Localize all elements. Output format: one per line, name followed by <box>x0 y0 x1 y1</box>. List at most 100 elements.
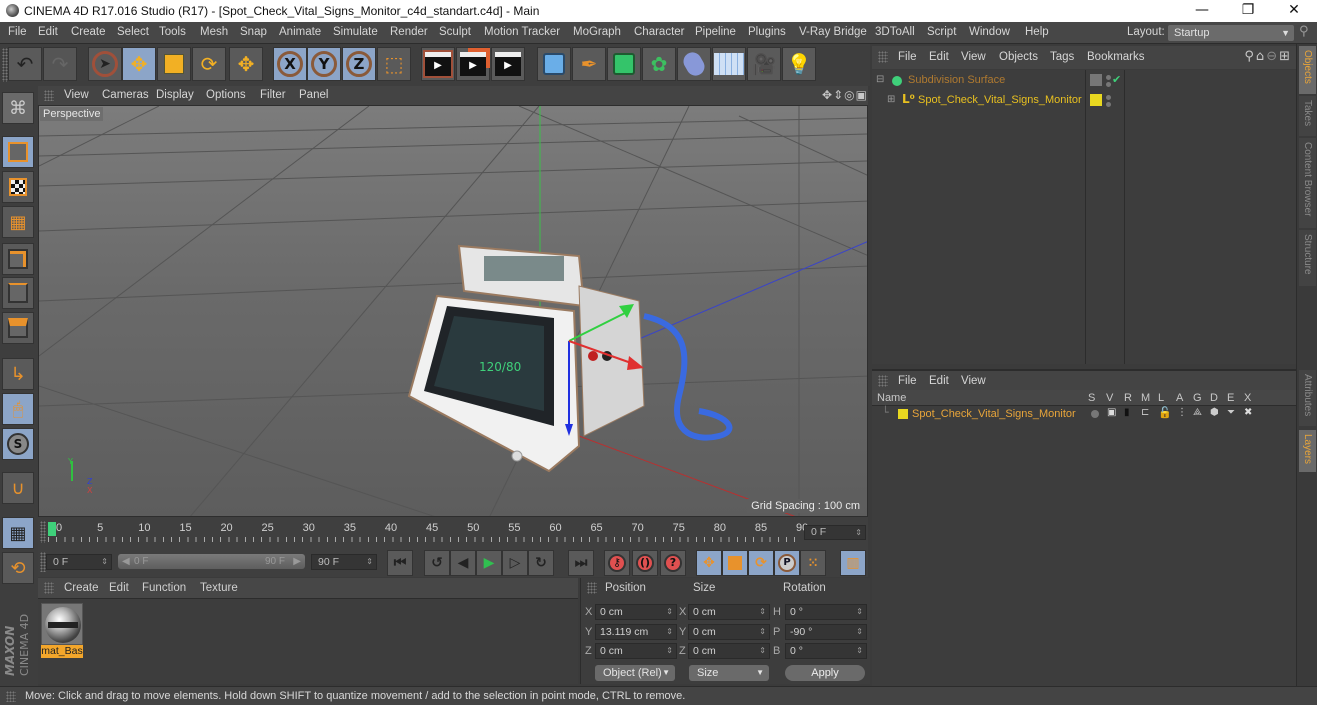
column-xref[interactable]: X <box>1244 392 1251 404</box>
play-forward-button[interactable]: ▶ <box>476 550 502 576</box>
size-z-field[interactable]: 0 cm ⇕ <box>688 643 770 659</box>
menu-plugins[interactable]: Plugins <box>748 26 786 38</box>
visible-toggle-icon[interactable]: ▣ <box>1107 407 1116 418</box>
rotate-button[interactable]: ⟳ <box>192 47 226 81</box>
enable-axis-button[interactable]: ↳ <box>2 358 34 390</box>
manager-toggle-icon[interactable]: ⊏ <box>1141 407 1149 418</box>
frame-range-slider[interactable]: ◀ 0 F 90 F ▶ <box>118 554 305 569</box>
menu-render[interactable]: Render <box>390 26 428 38</box>
menu-edit[interactable]: Edit <box>38 26 58 38</box>
size-x-field[interactable]: 0 cm ⇕ <box>688 604 770 620</box>
object-row[interactable]: ⊞ L⁰ Spot_Check_Vital_Signs_Monitor <box>872 91 1296 110</box>
viewport-grip[interactable] <box>44 90 54 101</box>
3d-viewport[interactable]: 120/80 Y Z X Perspective Grid Spacing : … <box>38 105 868 517</box>
collapse-icon[interactable]: ⊖ <box>1266 49 1279 64</box>
rotation-b-field[interactable]: 0 ° ⇕ <box>785 643 867 659</box>
go-to-previous-key-button[interactable]: ↺ <box>424 550 450 576</box>
current-frame-marker[interactable] <box>48 522 56 536</box>
object-name[interactable]: Subdivision Surface <box>908 74 1005 86</box>
object-manager-grip[interactable] <box>878 51 888 63</box>
material-menu-edit[interactable]: Edit <box>109 582 129 594</box>
close-button[interactable]: ✕ <box>1271 0 1317 22</box>
new-window-icon[interactable]: ⊞ <box>1279 49 1292 64</box>
recent-tool-button[interactable]: ✥ <box>229 47 263 81</box>
viewport-menu-filter[interactable]: Filter <box>260 89 286 101</box>
maximize-view-icon[interactable]: ▣ <box>856 88 868 102</box>
rotation-h-field[interactable]: 0 ° ⇕ <box>785 604 867 620</box>
expand-tree-icon[interactable]: ⊞ <box>887 94 895 105</box>
key-position-button[interactable]: ✥ <box>696 550 722 576</box>
planar-workplane-button[interactable]: ⟲ <box>2 552 34 584</box>
restore-button[interactable]: ❐ <box>1225 0 1271 22</box>
go-to-start-button[interactable]: ⏮ <box>387 550 413 576</box>
menu-animate[interactable]: Animate <box>279 26 321 38</box>
z-axis-button[interactable]: Z <box>342 47 376 81</box>
cloner-button[interactable]: ✿ <box>642 47 676 81</box>
column-name[interactable]: Name <box>877 392 906 404</box>
undo-button[interactable]: ↶ <box>8 47 42 81</box>
menu-tools[interactable]: Tools <box>159 26 186 38</box>
workplane-lock-button[interactable]: ▦ <box>2 517 34 549</box>
position-y-field[interactable]: 13.119 cm ⇕ <box>595 624 677 640</box>
timeline-grip[interactable] <box>40 521 46 543</box>
coordinate-mode-dropdown[interactable]: Object (Rel) ▼ <box>595 665 675 681</box>
layers-menu-file[interactable]: File <box>898 375 917 387</box>
camera-button[interactable]: 🎥 <box>747 47 781 81</box>
tab-layers[interactable]: Layers <box>1299 430 1316 472</box>
menu-pipeline[interactable]: Pipeline <box>695 26 736 38</box>
size-y-field[interactable]: 0 cm ⇕ <box>688 624 770 640</box>
column-expressions[interactable]: E <box>1227 392 1234 404</box>
y-axis-button[interactable]: Y <box>307 47 341 81</box>
material-menu-create[interactable]: Create <box>64 582 99 594</box>
home-icon[interactable]: ⌂ <box>1256 49 1266 64</box>
dolly-icon[interactable]: ⇕ <box>833 88 844 102</box>
viewport-menu-display[interactable]: Display <box>156 89 194 101</box>
move-button[interactable]: ✥ <box>122 47 156 81</box>
workplane-mode-button[interactable]: ▦ <box>2 206 34 238</box>
menu-window[interactable]: Window <box>969 26 1010 38</box>
menu-mograph[interactable]: MoGraph <box>573 26 621 38</box>
position-z-field[interactable]: 0 cm ⇕ <box>595 643 677 659</box>
key-rotation-button[interactable]: ⟳ <box>748 550 774 576</box>
render-view-button[interactable]: ▶ <box>421 47 455 81</box>
go-to-next-frame-button[interactable]: ▷ <box>502 550 528 576</box>
snap-button[interactable]: ∪ <box>2 472 34 504</box>
enabled-check-icon[interactable]: ✔ <box>1112 73 1121 86</box>
menu-help[interactable]: Help <box>1025 26 1049 38</box>
menu-3dtoall[interactable]: 3DToAll <box>875 26 915 38</box>
animation-toggle-icon[interactable]: ⋮ <box>1177 407 1187 418</box>
size-mode-dropdown[interactable]: Size ▼ <box>689 665 769 681</box>
object-name[interactable]: Spot_Check_Vital_Signs_Monitor <box>918 94 1082 106</box>
play-backward-button[interactable]: ◀ <box>450 550 476 576</box>
objects-menu-file[interactable]: File <box>898 51 917 63</box>
key-point-level-button[interactable]: ⁙ <box>800 550 826 576</box>
search-icon[interactable]: ⚲ <box>1244 49 1256 64</box>
lock-icon[interactable]: 🔓 <box>1158 406 1172 419</box>
layer-name[interactable]: Spot_Check_Vital_Signs_Monitor <box>912 408 1076 420</box>
go-to-next-key-button[interactable]: ↻ <box>528 550 554 576</box>
material-name[interactable]: mat_Bas <box>41 645 83 658</box>
rotation-p-field[interactable]: -90 ° ⇕ <box>785 624 867 640</box>
camera-label[interactable]: Perspective <box>40 107 104 121</box>
column-render[interactable]: R <box>1124 392 1132 404</box>
column-animation[interactable]: A <box>1176 392 1183 404</box>
pen-button[interactable]: ✒ <box>572 47 606 81</box>
viewport-menu-cameras[interactable]: Cameras <box>102 89 149 101</box>
menu-mesh[interactable]: Mesh <box>200 26 228 38</box>
redo-button[interactable]: ↷ <box>43 47 77 81</box>
move-view-icon[interactable]: ✥ <box>822 88 833 102</box>
objects-menu-bookmarks[interactable]: Bookmarks <box>1087 51 1145 63</box>
solo-toggle-icon[interactable] <box>1091 410 1099 418</box>
column-solo[interactable]: S <box>1088 392 1095 404</box>
position-x-field[interactable]: 0 cm ⇕ <box>595 604 677 620</box>
end-frame-field[interactable]: 90 F ⇕ <box>311 554 377 570</box>
column-manager[interactable]: M <box>1141 392 1150 404</box>
menu-vray-bridge[interactable]: V-Ray Bridge <box>799 26 867 38</box>
layer-color-swatch[interactable] <box>1090 74 1102 86</box>
material-preview[interactable] <box>41 603 83 645</box>
objects-menu-tags[interactable]: Tags <box>1050 51 1074 63</box>
solo-button[interactable]: S <box>2 428 34 460</box>
subdivision-surface-button[interactable] <box>607 47 641 81</box>
objects-menu-view[interactable]: View <box>961 51 986 63</box>
texture-mode-button[interactable] <box>2 171 34 203</box>
